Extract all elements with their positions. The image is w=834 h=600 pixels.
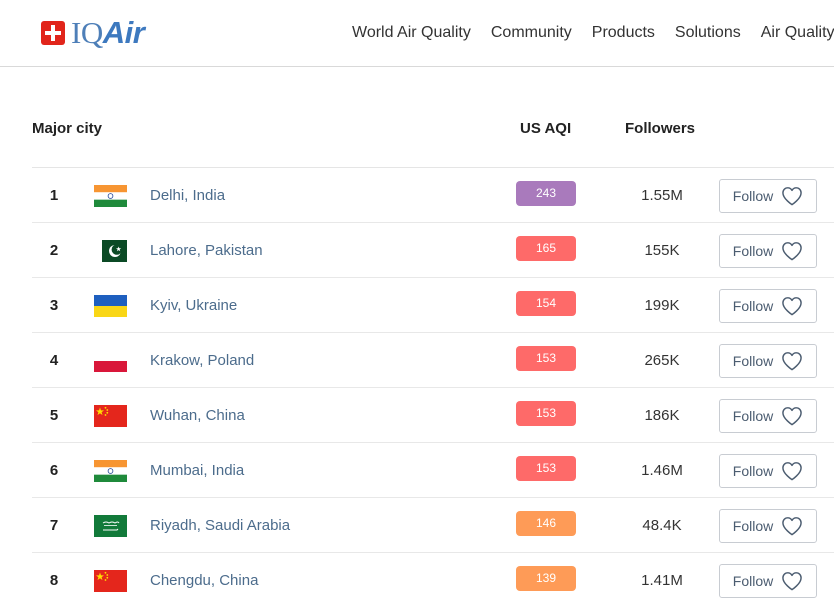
follow-button[interactable]: Follow	[719, 289, 817, 323]
city-link[interactable]: Wuhan, China	[150, 406, 245, 426]
aqi-badge: 153	[516, 456, 576, 481]
follow-label: Follow	[732, 463, 774, 479]
follower-count: 1.46M	[641, 462, 683, 479]
table-row: 3 Kyiv, Ukraine 154 199K Follow	[32, 278, 834, 333]
aqi-badge: 153	[516, 346, 576, 371]
table-row: 4 Krakow, Poland 153 265K Follow	[32, 333, 834, 388]
follow-button[interactable]: Follow	[719, 509, 817, 543]
table-row: 7 Riyadh, Saudi Arabia 146 48.4K Follow	[32, 498, 834, 553]
logo-text-air: Air	[102, 15, 145, 50]
heart-icon	[782, 242, 803, 261]
rank-number: 4	[49, 352, 59, 369]
nav-world-air-quality[interactable]: World Air Quality	[352, 22, 471, 44]
follow-label: Follow	[732, 408, 774, 424]
aqi-badge: 153	[516, 401, 576, 426]
nav-products[interactable]: Products	[592, 22, 655, 44]
site-header: IQ Air World Air Quality Community Produ…	[0, 0, 834, 67]
main-nav: World Air Quality Community Products Sol…	[352, 22, 834, 44]
nav-solutions[interactable]: Solutions	[675, 22, 741, 44]
rank-number: 7	[49, 517, 59, 534]
follow-button[interactable]: Follow	[719, 344, 817, 378]
follower-count: 186K	[644, 407, 680, 424]
city-link[interactable]: Krakow, Poland	[150, 351, 254, 371]
table-row: 8 Chengdu, China 139 1.41M Follow	[32, 553, 834, 600]
follow-button[interactable]: Follow	[719, 234, 817, 268]
country-flag-icon	[94, 570, 127, 592]
country-flag-icon	[94, 295, 127, 317]
iqair-logo[interactable]: IQ Air	[41, 15, 145, 50]
table-row: 2 Lahore, Pakistan 165 155K Follow	[32, 223, 834, 278]
follow-label: Follow	[732, 243, 774, 259]
follow-label: Follow	[732, 298, 774, 314]
follower-count: 48.4K	[642, 517, 682, 534]
follow-label: Follow	[732, 573, 774, 589]
aqi-badge: 146	[516, 511, 576, 536]
city-link[interactable]: Riyadh, Saudi Arabia	[150, 516, 290, 536]
logo-text-iq: IQ	[71, 15, 103, 50]
follow-button[interactable]: Follow	[719, 399, 817, 433]
nav-community[interactable]: Community	[491, 22, 572, 44]
country-flag-icon	[94, 240, 127, 262]
rank-number: 3	[49, 297, 59, 314]
country-flag-icon	[94, 460, 127, 482]
city-link[interactable]: Mumbai, India	[150, 461, 244, 481]
rank-number: 6	[49, 462, 59, 479]
city-link[interactable]: Lahore, Pakistan	[150, 241, 263, 261]
table-header: Major city US AQI Followers	[32, 107, 834, 168]
nav-air-quality[interactable]: Air Quality	[761, 22, 834, 44]
city-ranking-table: Major city US AQI Followers 1 Delhi, Ind…	[32, 107, 834, 600]
rank-number: 2	[49, 242, 59, 259]
header-major-city: Major city	[32, 120, 103, 137]
swiss-cross-icon	[41, 21, 65, 45]
heart-icon	[782, 407, 803, 426]
heart-icon	[782, 297, 803, 316]
follower-count: 1.41M	[641, 572, 683, 589]
table-row: 5 Wuhan, China 153 186K Follow	[32, 388, 834, 443]
header-followers: Followers	[625, 120, 696, 137]
city-link[interactable]: Kyiv, Ukraine	[150, 296, 237, 316]
country-flag-icon	[94, 185, 127, 207]
rank-number: 1	[49, 187, 59, 204]
header-us-aqi: US AQI	[520, 120, 572, 137]
follow-button[interactable]: Follow	[719, 564, 817, 598]
table-row: 6 Mumbai, India 153 1.46M Follow	[32, 443, 834, 498]
heart-icon	[782, 572, 803, 591]
aqi-badge: 165	[516, 236, 576, 261]
aqi-badge: 243	[516, 181, 576, 206]
follow-button[interactable]: Follow	[719, 454, 817, 488]
follow-label: Follow	[732, 188, 774, 204]
follower-count: 199K	[644, 297, 680, 314]
city-link[interactable]: Chengdu, China	[150, 571, 258, 591]
country-flag-icon	[94, 350, 127, 372]
aqi-badge: 139	[516, 566, 576, 591]
follow-label: Follow	[732, 518, 774, 534]
table-row: 1 Delhi, India 243 1.55M Follow	[32, 168, 834, 223]
follower-count: 265K	[644, 352, 680, 369]
heart-icon	[782, 187, 803, 206]
follow-label: Follow	[732, 353, 774, 369]
rank-number: 8	[49, 572, 59, 589]
heart-icon	[782, 462, 803, 481]
rank-number: 5	[49, 407, 59, 424]
country-flag-icon	[94, 515, 127, 537]
heart-icon	[782, 517, 803, 536]
heart-icon	[782, 352, 803, 371]
follow-button[interactable]: Follow	[719, 179, 817, 213]
country-flag-icon	[94, 405, 127, 427]
follower-count: 155K	[644, 242, 680, 259]
follower-count: 1.55M	[641, 187, 683, 204]
city-link[interactable]: Delhi, India	[150, 186, 225, 206]
table-body: 1 Delhi, India 243 1.55M Follow 2 Lahore…	[32, 168, 834, 600]
aqi-badge: 154	[516, 291, 576, 316]
